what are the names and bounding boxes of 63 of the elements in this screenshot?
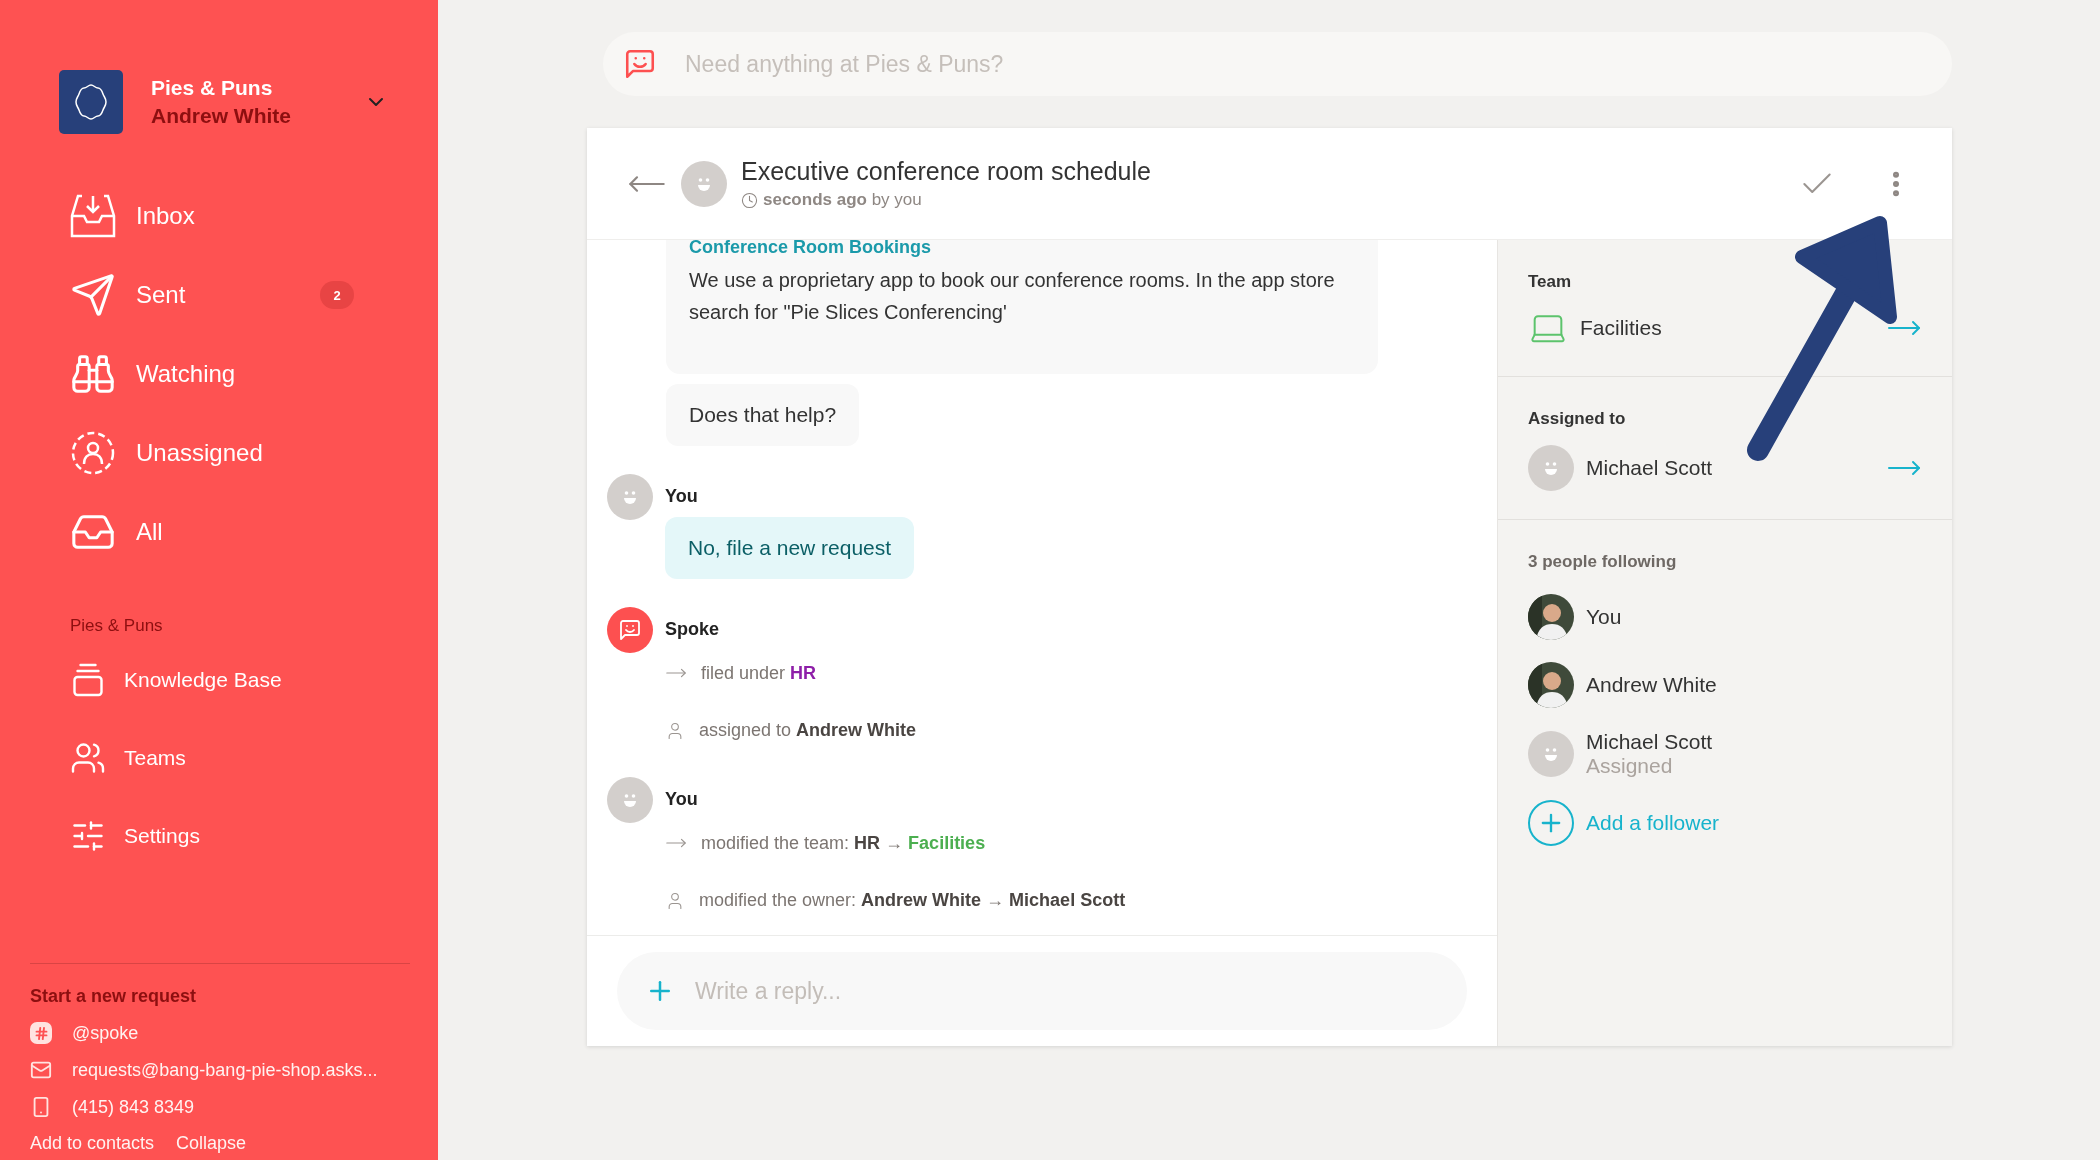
user-icon	[70, 430, 116, 476]
activity-text: filed under HR	[701, 662, 817, 684]
author-name: Spoke	[665, 619, 721, 640]
author-name: You	[665, 789, 699, 810]
activity-text: modified the team: HR → Facilities	[701, 832, 986, 854]
activity-text: modified the owner: Andrew White → Michael Scott	[699, 890, 1126, 911]
reply-field[interactable]: Write a reply...	[693, 976, 1439, 1006]
hash-icon	[30, 1022, 52, 1044]
team-name: Facilities	[1580, 316, 1663, 340]
article-heading: Conference Room Bookings	[689, 240, 933, 258]
message-text: We use a proprietary app to book our conference rooms. In the app store search for "Pie Slices Conferencing'	[689, 268, 1336, 325]
avatar-icon	[607, 607, 653, 653]
section-title: Pies & Puns	[69, 615, 164, 636]
paper-plane-icon	[70, 272, 116, 318]
reply-bar[interactable]: Write a reply...	[617, 952, 1467, 1030]
sliders-icon	[70, 818, 106, 854]
avatar-icon	[607, 777, 653, 823]
avatar-icon	[607, 474, 653, 520]
footer-link[interactable]: Add to contacts	[30, 1133, 155, 1154]
author-name: You	[665, 486, 699, 507]
contact-text: (415) 843 8349	[72, 1096, 195, 1118]
add-follower-button[interactable]: Add a follower	[1528, 800, 1922, 846]
follower-name: Michael Scott	[1586, 730, 1714, 754]
contact-text: @spoke	[72, 1022, 139, 1044]
request-title: Executive conference room schedule	[741, 157, 1152, 186]
search-bar[interactable]: Need anything at Pies & Puns?	[603, 32, 1952, 96]
footer-title: Start a new request	[30, 986, 198, 1007]
follower-role: Assigned	[1586, 754, 1674, 778]
avatar-icon	[681, 160, 727, 207]
nav-item[interactable]: Settings	[124, 824, 200, 848]
people-icon	[70, 740, 106, 776]
footer-link[interactable]: Collapse	[176, 1133, 247, 1154]
inbox-icon	[70, 194, 116, 238]
mail-icon	[30, 1059, 52, 1081]
nav-item[interactable]: All	[136, 518, 354, 546]
timestamp: seconds ago by you	[763, 190, 922, 210]
nav-item[interactable]: Teams	[124, 746, 186, 770]
search-field[interactable]: Need anything at Pies & Puns?	[683, 49, 1932, 79]
count-badge: 2	[320, 281, 354, 309]
logo	[59, 70, 123, 134]
plus-icon	[1528, 800, 1574, 846]
message-bubble: No, file a new request	[665, 517, 915, 579]
avatar-icon	[1528, 445, 1574, 491]
nav-item[interactable]: Sent	[136, 281, 300, 309]
section-label: 3 people following	[1528, 552, 1678, 572]
org-name: Pies & Puns	[151, 76, 274, 100]
avatar-icon	[1528, 731, 1574, 777]
user-name: Andrew White	[151, 104, 292, 128]
section-label: Team	[1528, 272, 1573, 292]
card-stack-icon	[70, 662, 106, 698]
chat-smile-icon	[623, 47, 657, 81]
follower-name: Andrew White	[1586, 673, 1718, 697]
nav-item[interactable]: Unassigned	[136, 439, 354, 467]
activity-text: assigned to Andrew White	[699, 720, 917, 741]
contact-text: requests@bang-bang-pie-shop.asks...	[72, 1059, 378, 1081]
assignee-name: Michael Scott	[1586, 456, 1714, 480]
section-label: Assigned to	[1528, 409, 1627, 429]
message-bubble: Does that help?	[666, 384, 860, 446]
nav-item[interactable]: Inbox	[136, 202, 354, 230]
follower-name: You	[1586, 605, 1623, 629]
clock-icon	[741, 191, 758, 209]
nav-item[interactable]: Knowledge Base	[124, 668, 282, 692]
nav-item[interactable]: Watching	[136, 360, 354, 388]
